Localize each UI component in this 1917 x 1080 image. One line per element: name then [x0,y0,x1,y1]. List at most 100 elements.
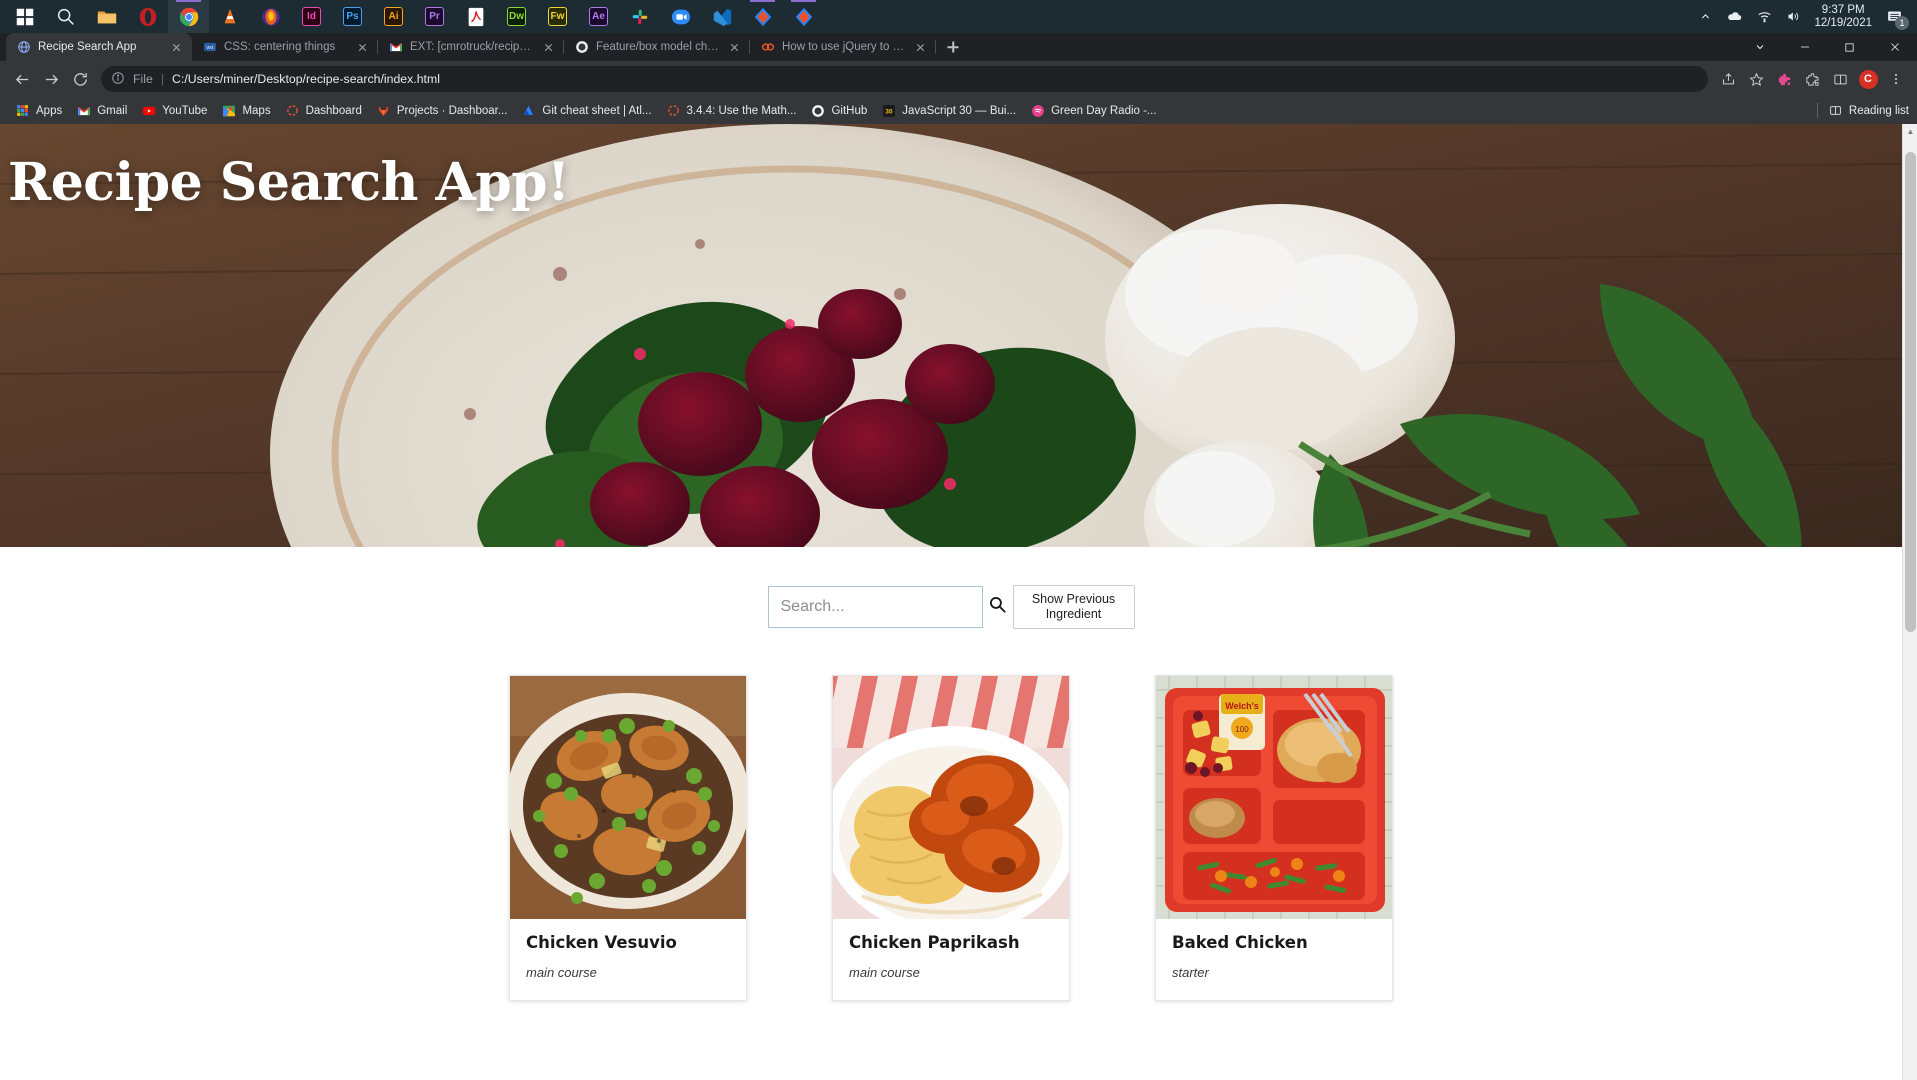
bookmark-apps[interactable]: Apps [8,100,69,121]
sourcetree-icon[interactable] [742,0,783,33]
bookmark-maps[interactable]: Maps [214,100,277,121]
bookmark-youtube[interactable]: YouTube [134,100,214,121]
bookmark-label: YouTube [162,104,208,117]
recipe-card[interactable]: Chicken Paprikash main course [832,675,1070,1001]
zoom-icon[interactable] [660,0,701,33]
search-box[interactable] [767,586,1006,628]
bookmark-projects-dashboard[interactable]: Projects · Dashboar... [369,100,515,121]
opera-icon[interactable] [127,0,168,33]
bookmark-git-cheat-sheet[interactable]: Git cheat sheet | Atl... [514,100,658,121]
forward-arrow-icon[interactable] [37,65,65,93]
browser-tab-recipe-search-app[interactable]: Recipe Search App [6,33,192,61]
bookmark-green-day-radio[interactable]: Green Day Radio -... [1023,100,1163,121]
hero-banner: Recipe Search App! [0,124,1902,547]
premiere-icon[interactable]: Pr [414,0,455,33]
search-icon[interactable] [45,0,86,33]
reload-icon[interactable] [66,65,94,93]
share-icon[interactable] [1715,66,1741,92]
bookmark-star-icon[interactable] [1743,66,1769,92]
close-icon[interactable] [913,40,928,55]
close-icon[interactable] [169,40,184,55]
scroll-up-arrow-icon[interactable]: ▲ [1903,124,1917,139]
photoshop-icon[interactable]: Ps [332,0,373,33]
back-arrow-icon[interactable] [8,65,36,93]
bookmark-dashboard[interactable]: Dashboard [278,100,369,121]
baked-chicken-photo: Welch's 100 [1156,676,1392,919]
recipe-type: main course [526,965,597,980]
browser-tab-css-centering-things[interactable]: W3 CSS: centering things [192,33,378,61]
close-icon[interactable] [1872,33,1917,61]
reading-list-button[interactable]: Reading list [1816,103,1909,118]
reading-list-icon[interactable] [1827,66,1853,92]
dashboard-icon [285,103,300,118]
bookmark-label: Dashboard [305,104,362,117]
browser-tab-how-to-use-jquery[interactable]: How to use jQuery to Generate N [750,33,936,61]
browser-tab-ext-recipe-search[interactable]: EXT: [cmrotruck/recipe-search] F [378,33,564,61]
windows-start-icon[interactable] [4,0,45,33]
browser-tab-feature-box-model[interactable]: Feature/box model cheri by cme [564,33,750,61]
recipe-card[interactable]: Chicken Vesuvio main course [509,675,747,1001]
search-input[interactable] [780,598,988,616]
bookmark-use-the-math[interactable]: 3.4.4: Use the Math... [659,100,804,121]
search-magnifier-icon[interactable] [988,595,1007,619]
tab-search-chevron-icon[interactable] [1737,33,1782,61]
maximize-icon[interactable] [1827,33,1872,61]
gmail-icon [76,103,91,118]
firefox-icon[interactable] [250,0,291,33]
notification-count-badge: 1 [1895,16,1909,30]
bookmark-gmail[interactable]: Gmail [69,100,134,121]
bookmark-github[interactable]: GitHub [803,100,874,121]
fireworks-icon[interactable]: Fw [537,0,578,33]
bookmark-label: Apps [36,104,63,117]
page-viewport: Recipe Search App! Show Previous Ingredi… [0,124,1917,1080]
extensions-puzzle-icon[interactable] [1799,66,1825,92]
notifications-icon[interactable]: 1 [1882,0,1913,33]
taskbar-clock[interactable]: 9:37 PM 12/19/2021 [1808,4,1882,30]
volume-icon[interactable] [1779,0,1808,33]
extension-puzzle-pink-icon[interactable] [1771,66,1797,92]
bookmark-javascript-30[interactable]: 30 JavaScript 30 — Bui... [874,100,1023,121]
page-title: Recipe Search App! [8,152,570,213]
scrollbar-thumb[interactable] [1905,152,1916,632]
maps-icon [221,103,236,118]
window-controls [1737,33,1917,61]
svg-text:W3: W3 [206,45,213,50]
close-icon[interactable] [541,40,556,55]
show-previous-ingredient-button[interactable]: Show Previous Ingredient [1012,585,1135,629]
aftereffects-icon[interactable]: Ae [578,0,619,33]
vscode-icon[interactable] [701,0,742,33]
minimize-icon[interactable] [1782,33,1827,61]
prev-button-line2: Ingredient [1045,607,1102,621]
profile-avatar[interactable]: C [1855,66,1881,92]
illustrator-icon[interactable]: Ai [373,0,414,33]
indesign-icon[interactable]: Id [291,0,332,33]
new-tab-button[interactable] [940,34,966,60]
vlc-icon[interactable] [209,0,250,33]
file-explorer-icon[interactable] [86,0,127,33]
chevron-up-icon[interactable] [1692,0,1719,33]
close-icon[interactable] [355,40,370,55]
dreamweaver-icon[interactable]: Dw [496,0,537,33]
tab-strip: Recipe Search App W3 CSS: centering thin… [0,33,1917,61]
recipe-card[interactable]: Welch's 100 Baked Chicken starter [1155,675,1393,1001]
slack-icon[interactable] [619,0,660,33]
acrobat-icon[interactable] [455,0,496,33]
close-icon[interactable] [727,40,742,55]
reading-list-icon [1828,103,1843,118]
clock-time: 9:37 PM [1821,3,1865,16]
address-bar[interactable]: File | C:/Users/miner/Desktop/recipe-sea… [101,66,1708,92]
sublime-icon[interactable] [783,0,824,33]
bookmark-label: JavaScript 30 — Bui... [902,104,1017,117]
page-scrollbar[interactable]: ▲ ▼ [1902,124,1917,1080]
bookmarks-bar: Apps Gmail YouTube Maps Dashboard Projec… [0,97,1917,124]
globe-icon [16,40,31,55]
omnibox-scheme-label: File [133,72,153,86]
codepen-icon [760,40,775,55]
info-circle-icon[interactable] [111,71,125,88]
apps-grid-icon [15,103,30,118]
chrome-menu-icon[interactable] [1883,66,1909,92]
cloud-icon[interactable] [1719,0,1750,33]
wifi-icon[interactable] [1750,0,1779,33]
recipe-type: starter [1172,965,1209,980]
chrome-icon[interactable] [168,0,209,33]
